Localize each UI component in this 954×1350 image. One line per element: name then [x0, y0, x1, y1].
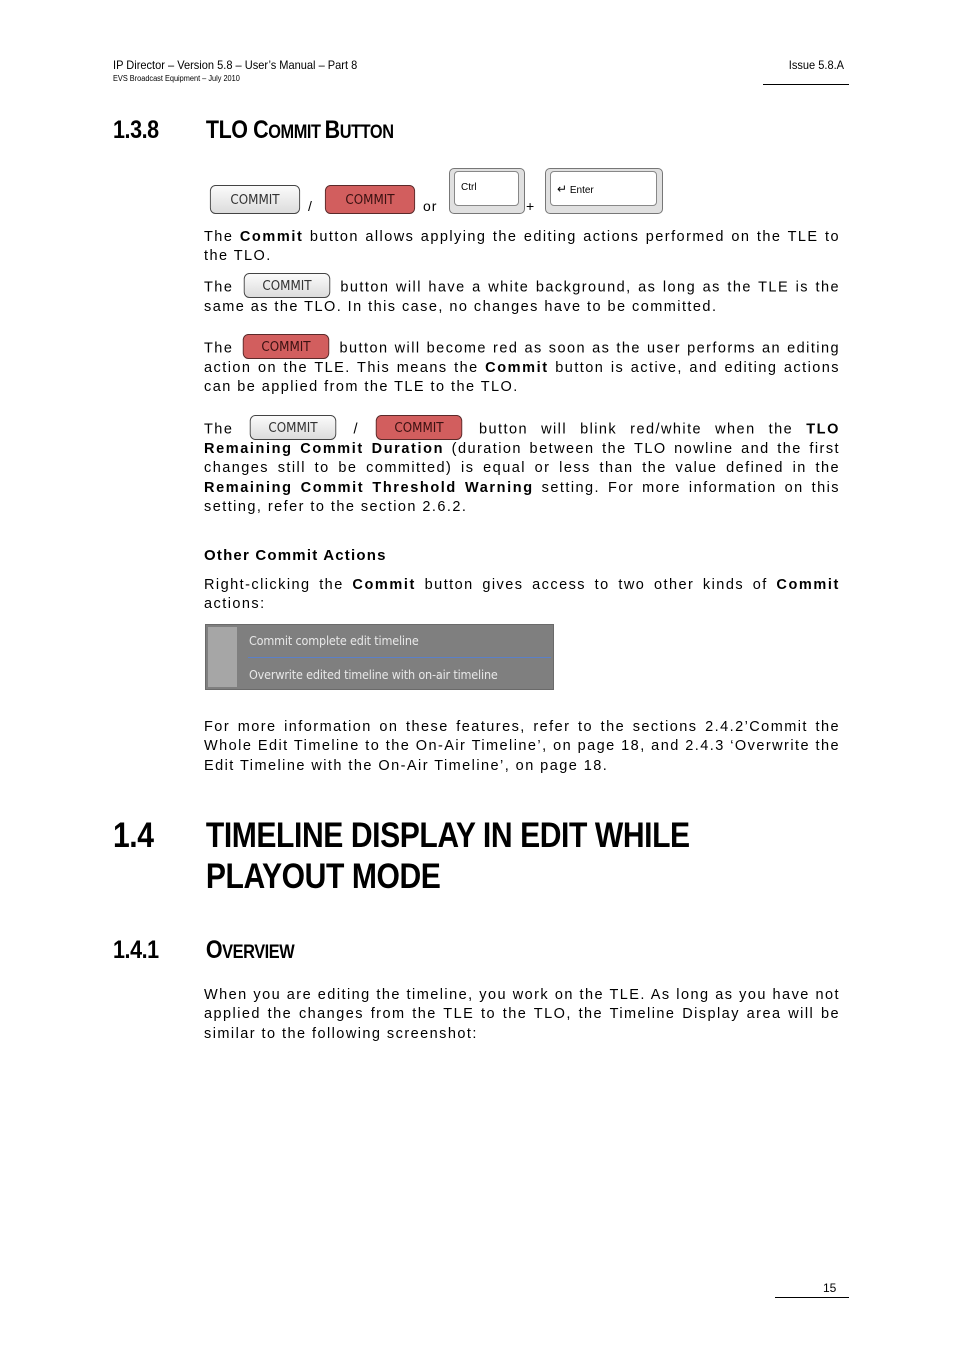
paragraph-commit-intro: The Commit button allows applying the ed… — [204, 229, 840, 265]
paragraph-right-click: Right-clicking the Commit button gives a… — [204, 577, 840, 613]
paragraph-overview: When you are editing the timeline, you w… — [204, 987, 840, 1042]
heading-part: B — [324, 116, 341, 144]
or-text: or — [423, 198, 438, 214]
heading-line-1: TIMELINE DISPLAY IN EDIT WHILE — [205, 816, 690, 855]
heading-part: VERVIEW — [222, 942, 295, 963]
enter-key-image: ↵ Enter — [545, 168, 663, 214]
running-header-subtitle: EVS Broadcast Equipment – July 2010 — [113, 74, 240, 83]
plus-sign: + — [526, 198, 535, 214]
section-number: 1.4.1 — [113, 936, 159, 964]
commit-context-menu: Commit complete edit timeline Overwrite … — [205, 624, 554, 690]
commit-button-white-inline: COMMIT — [243, 273, 331, 298]
section-number: 1.4 — [113, 816, 154, 855]
commit-button-label: COMMIT — [324, 185, 416, 214]
paragraph-white-state: The COMMIT button will have a white back… — [204, 273, 840, 317]
paragraph-more-info: For more information on these features, … — [204, 719, 840, 774]
menu-separator — [248, 657, 551, 658]
paragraph-red-state: The COMMIT button will become red as soo… — [204, 334, 840, 398]
heading-part: O — [205, 936, 223, 964]
heading-line-2: PLAYOUT MODE — [205, 857, 441, 896]
menu-item-overwrite-edited[interactable]: Overwrite edited timeline with on-air ti… — [249, 667, 498, 682]
page-number: 15 — [823, 1281, 837, 1295]
commit-button-red-image: COMMIT — [321, 185, 419, 214]
enter-key-label: Enter — [569, 185, 594, 196]
slash-separator: / — [308, 198, 312, 214]
section-number: 1.3.8 — [113, 116, 159, 144]
paragraph-blink-state: The COMMIT / COMMIT button will blink re… — [204, 415, 840, 518]
section-heading-1-4-1: 1.4.1 OVERVIEW — [113, 936, 295, 965]
commit-button-red-inline: COMMIT — [375, 415, 463, 440]
section-heading-1-3-8: 1.3.8 TLO COMMIT BUTTON — [113, 116, 394, 145]
section-heading-1-4: 1.4 TIMELINE DISPLAY IN EDIT WHILE PLAYOU… — [113, 815, 690, 897]
commit-button-red-inline: COMMIT — [243, 334, 330, 359]
menu-item-commit-complete[interactable]: Commit complete edit timeline — [249, 633, 419, 648]
heading-part: TLO C — [205, 116, 269, 144]
ctrl-key-label: Ctrl — [454, 171, 519, 206]
enter-key-face: ↵ Enter — [550, 171, 657, 206]
header-rule — [763, 84, 849, 85]
heading-part: OMMIT — [268, 122, 325, 143]
enter-arrow-icon: ↵ — [557, 182, 568, 196]
commit-button-white-inline: COMMIT — [250, 415, 337, 440]
menu-icon-gutter — [208, 627, 237, 687]
footer-rule — [775, 1297, 849, 1298]
subheading-other-commit-actions: Other Commit Actions — [204, 547, 387, 564]
heading-part: UTTON — [339, 122, 394, 143]
commit-button-label: COMMIT — [209, 185, 301, 214]
commit-button-white-image: COMMIT — [206, 185, 304, 214]
ctrl-key-image: Ctrl — [449, 168, 525, 214]
running-header-title: IP Director – Version 5.8 – User’s Manua… — [113, 58, 358, 72]
issue-label: Issue 5.8.A — [788, 58, 844, 72]
